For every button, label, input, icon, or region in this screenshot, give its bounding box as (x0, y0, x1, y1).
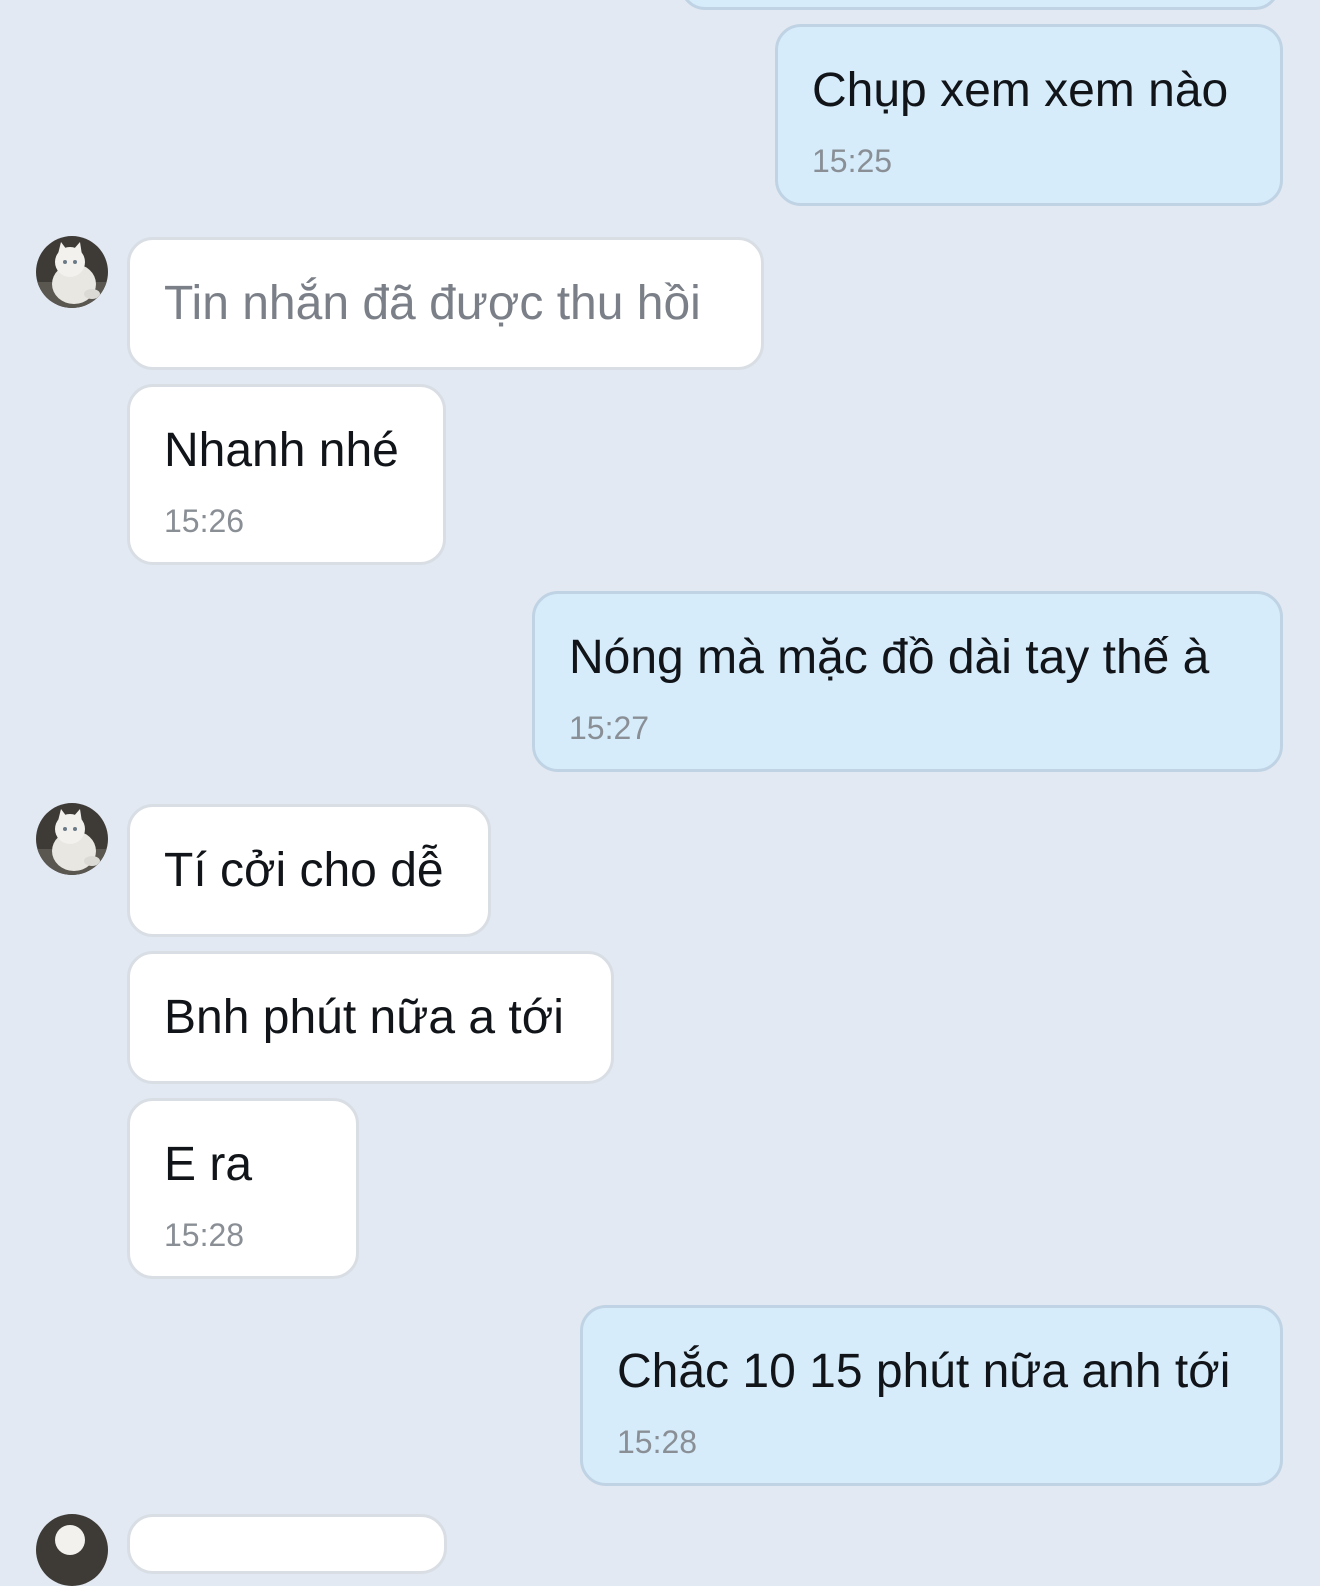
message-text: Tí cởi cho dễ (164, 844, 444, 897)
message-text: Bnh phút nữa a tới (164, 991, 564, 1044)
message-time: 15:28 (164, 1217, 245, 1253)
message-text: Chụp xem xem nào (812, 64, 1229, 117)
recalled-message-text: Tin nhắn đã được thu hồi (164, 277, 701, 330)
message-bubble-outgoing[interactable]: Nóng mà mặc đồ dài tay thế à 15:27 (532, 591, 1283, 772)
message-bubble-outgoing[interactable]: Chụp xem xem nào 15:25 (775, 24, 1283, 206)
cat-avatar-icon (36, 803, 108, 875)
message-time: 15:27 (569, 710, 650, 746)
contact-avatar[interactable] (36, 1514, 108, 1586)
message-bubble-outgoing[interactable]: Chắc 10 15 phút nữa anh tới 15:28 (580, 1305, 1283, 1486)
partial-message-bubble[interactable] (127, 1514, 447, 1574)
cat-avatar-icon (36, 1514, 108, 1586)
message-text: Nóng mà mặc đồ dài tay thế à (569, 631, 1210, 684)
message-bubble-incoming[interactable]: Nhanh nhé 15:26 (127, 384, 446, 565)
message-bubble-recalled[interactable]: Tin nhắn đã được thu hồi (127, 237, 764, 370)
message-time: 15:28 (617, 1424, 698, 1460)
message-text: Nhanh nhé (164, 424, 399, 477)
contact-avatar[interactable] (36, 803, 108, 875)
cat-avatar-icon (36, 236, 108, 308)
partial-message-bubble[interactable] (680, 0, 1280, 10)
message-text: E ra (164, 1138, 253, 1191)
message-bubble-incoming[interactable]: E ra 15:28 (127, 1098, 359, 1279)
message-bubble-incoming[interactable]: Tí cởi cho dễ (127, 804, 491, 937)
message-time: 15:25 (812, 143, 893, 179)
contact-avatar[interactable] (36, 236, 108, 308)
message-time: 15:26 (164, 503, 245, 539)
message-text: Chắc 10 15 phút nữa anh tới (617, 1345, 1231, 1398)
message-bubble-incoming[interactable]: Bnh phút nữa a tới (127, 951, 614, 1084)
chat-conversation: Chụp xem xem nào 15:25 Tin nhắn đã được … (0, 0, 1320, 1586)
